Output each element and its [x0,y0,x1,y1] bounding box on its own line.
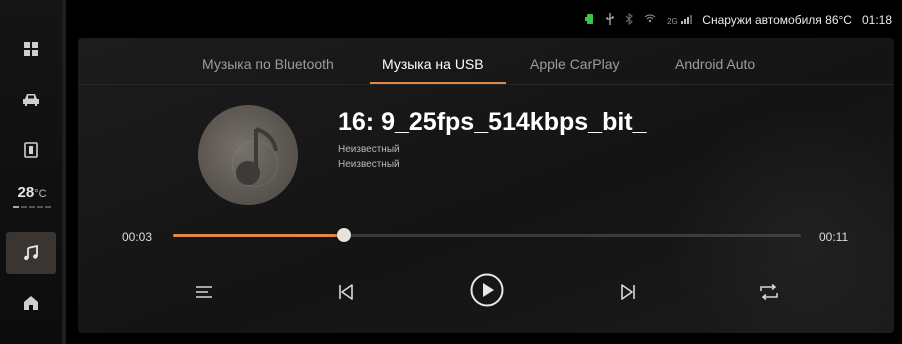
signal-icon: 2G [667,14,693,26]
progress-fill [173,234,345,237]
phone-card-icon[interactable] [6,129,56,171]
total-time: 00:11 [819,230,849,244]
elapsed-time: 00:03 [122,230,153,244]
home-icon[interactable] [6,282,56,324]
repeat-icon[interactable] [752,275,786,309]
sidebar-divider [62,0,66,344]
track-album: Неизвестный [338,159,400,170]
climate-temperature[interactable]: 28°C [4,184,60,209]
status-bar: 2G Снаружи автомобиля 86°C 01:18 [585,10,892,30]
network-type: 2G [667,17,678,26]
next-icon[interactable] [611,275,645,309]
apps-grid-icon[interactable] [6,28,56,70]
outside-temperature: Снаружи автомобиля 86°C [702,13,852,27]
media-player-panel: Музыка по Bluetooth Музыка на USB Apple … [78,38,894,333]
playlist-icon[interactable] [187,275,221,309]
tab-android-auto[interactable]: Android Auto [675,56,755,72]
outside-label: Снаружи автомобиля [702,13,822,27]
tab-usb-music[interactable]: Музыка на USB [382,56,484,72]
wifi-icon [643,14,657,26]
track-title: 16: 9_25fps_514kbps_bit_ [338,108,647,136]
previous-icon[interactable] [329,275,363,309]
play-icon[interactable] [469,272,505,308]
album-art [198,105,298,205]
progress-handle[interactable] [337,228,352,242]
temperature-value: 28 [17,184,35,201]
progress-bar[interactable] [173,228,801,242]
left-sidebar: 28°C [0,0,62,344]
bluetooth-icon [625,12,633,27]
tab-apple-carplay[interactable]: Apple CarPlay [530,56,620,72]
music-note-icon[interactable] [6,232,56,274]
source-tabs: Музыка по Bluetooth Музыка на USB Apple … [78,38,894,85]
track-artist: Неизвестный [338,144,400,155]
outside-temp-value: 86°C [825,13,852,27]
album-note-icon [236,127,278,185]
tabs-divider [78,84,894,85]
usb-icon [605,13,615,27]
phone-connected-icon [585,13,595,27]
temperature-unit: °C [34,188,47,200]
fan-level-icon [13,205,51,209]
car-icon[interactable] [6,79,56,121]
clock: 01:18 [861,13,892,27]
tab-bluetooth-music[interactable]: Музыка по Bluetooth [202,56,334,72]
